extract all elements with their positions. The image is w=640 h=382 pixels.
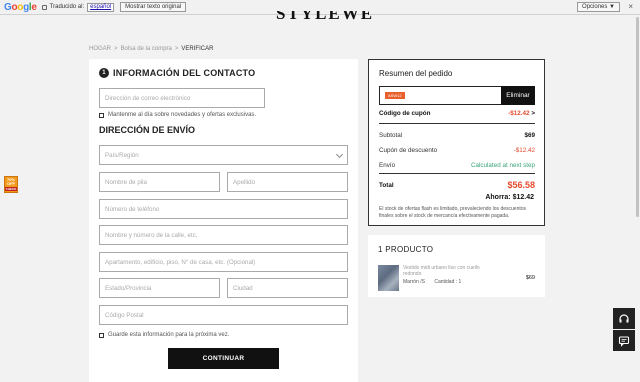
coupon-input[interactable]: ASW12 Eliminar xyxy=(379,86,535,105)
breadcrumb-home[interactable]: HOGAR xyxy=(89,46,111,52)
total-value: $56.58 xyxy=(507,180,535,190)
city-field[interactable]: Ciudad xyxy=(227,278,348,298)
savings-value: $12.42 xyxy=(512,194,534,201)
promo-badge[interactable]: 70% OFF CHECK xyxy=(4,176,18,193)
breadcrumb-separator: > xyxy=(114,46,118,52)
checkout-form: 1 INFORMACIÓN DEL CONTACTO Dirección de … xyxy=(89,59,358,382)
subtotal-value: $69 xyxy=(524,132,535,139)
remove-coupon-button[interactable]: Eliminar xyxy=(501,86,535,105)
email-field[interactable]: Dirección de correo electrónico xyxy=(99,88,265,108)
badge-line2: OFF xyxy=(7,181,15,186)
chevron-down-icon xyxy=(335,150,344,159)
stock-note: El stock de ofertas flash es limitado, p… xyxy=(379,206,527,219)
phone-field[interactable]: Número de teléfono xyxy=(99,199,348,219)
chat-button[interactable] xyxy=(613,330,635,351)
badge-line3: CHECK xyxy=(4,187,18,191)
lock-icon xyxy=(41,4,47,10)
shipping-value: Calculated at next step xyxy=(470,162,535,169)
headset-icon xyxy=(619,313,629,322)
checkbox-box[interactable] xyxy=(99,112,104,118)
total-label: Total xyxy=(379,181,394,189)
shipping-row: Envío Calculated at next step xyxy=(379,162,535,169)
chat-icon xyxy=(618,335,630,347)
street-field[interactable]: Nombre y número de la calle, etc. xyxy=(99,225,348,245)
state-field[interactable]: Estado/Provincia xyxy=(99,278,220,298)
apartment-field[interactable]: Apartamento, edificio, piso, N° de casa,… xyxy=(99,252,348,272)
breadcrumb-cart[interactable]: Bolsa de la compra xyxy=(121,46,172,52)
chevron-right-icon: > xyxy=(531,110,535,117)
country-select[interactable]: País/Región xyxy=(99,145,348,165)
support-button[interactable] xyxy=(613,308,635,329)
checkbox-box[interactable] xyxy=(99,332,104,338)
newsletter-label: Mantenme al día sobre novedades y oferta… xyxy=(108,112,257,118)
shipping-title: DIRECCIÓN DE ENVÍO xyxy=(99,125,196,135)
country-placeholder: País/Región xyxy=(105,151,139,159)
product-panel: 1 PRODUCTO Vestido midi urbano liso con … xyxy=(368,235,545,297)
subtotal-row: Subtotal $69 xyxy=(379,132,535,139)
shipping-label: Envío xyxy=(379,162,396,169)
zip-field[interactable]: Código Postal xyxy=(99,305,348,325)
product-thumbnail[interactable] xyxy=(378,265,399,291)
close-icon[interactable]: × xyxy=(628,2,633,11)
product-meta: Marrón /S Cantidad : 1 xyxy=(403,279,461,285)
save-info-label: Guarde esta información para la próxima … xyxy=(108,332,230,338)
google-logo: Google xyxy=(4,1,37,13)
savings: Ahorra: $12.42 xyxy=(485,194,534,201)
discount-value: -$12.42 xyxy=(513,147,535,154)
contact-heading: 1 INFORMACIÓN DEL CONTACTO xyxy=(99,68,255,78)
step-number: 1 xyxy=(99,68,109,78)
translated-to-label: Traducido al: xyxy=(49,4,85,10)
product-name[interactable]: Vestido midi urbano liso con cuello redo… xyxy=(403,265,493,277)
discount-row: Cupón de descuento -$12.42 xyxy=(379,147,535,154)
savings-label: Ahorra: xyxy=(485,194,511,201)
continue-button[interactable]: CONTINUAR xyxy=(168,348,279,369)
contact-title: INFORMACIÓN DEL CONTACTO xyxy=(113,68,256,78)
subtotal-label: Subtotal xyxy=(379,132,403,139)
divider xyxy=(379,173,535,174)
discount-label: Cupón de descuento xyxy=(379,147,438,154)
last-name-field[interactable]: Apellido xyxy=(227,172,348,192)
coupon-value-group: -$12.42 > xyxy=(508,110,535,117)
coupon-value: -$12.42 xyxy=(508,110,530,117)
product-count-title: 1 PRODUCTO xyxy=(378,245,434,254)
product-color: Marrón /S xyxy=(403,279,425,285)
coupon-label: Código de cupón xyxy=(379,110,431,117)
coupon-row[interactable]: Código de cupón -$12.42 > xyxy=(379,110,535,117)
options-button[interactable]: Opciones ▼ xyxy=(577,2,620,12)
scrollbar-thumb[interactable] xyxy=(636,17,639,217)
coupon-tag: ASW12 xyxy=(385,92,405,99)
breadcrumb: HOGAR > Bolsa de la compra > VERIFICAR xyxy=(89,46,213,52)
site-logo[interactable]: STYLEWE xyxy=(276,11,374,23)
product-quantity: Cantidad : 1 xyxy=(434,279,462,285)
show-original-button[interactable]: Mostrar texto original xyxy=(120,2,187,12)
breadcrumb-current: VERIFICAR xyxy=(181,46,214,52)
divider xyxy=(379,123,535,124)
save-info-checkbox[interactable]: Guarde esta información para la próxima … xyxy=(99,332,229,338)
language-select[interactable]: español xyxy=(87,2,115,12)
order-summary: Resumen del pedido ASW12 Eliminar Código… xyxy=(368,59,545,226)
total-row: Total $56.58 xyxy=(379,180,535,190)
breadcrumb-separator: > xyxy=(174,46,179,52)
product-price: $69 xyxy=(525,275,535,281)
newsletter-checkbox[interactable]: Mantenme al día sobre novedades y oferta… xyxy=(99,112,256,118)
first-name-field[interactable]: Nombre de pila xyxy=(99,172,220,192)
summary-title: Resumen del pedido xyxy=(379,69,453,78)
